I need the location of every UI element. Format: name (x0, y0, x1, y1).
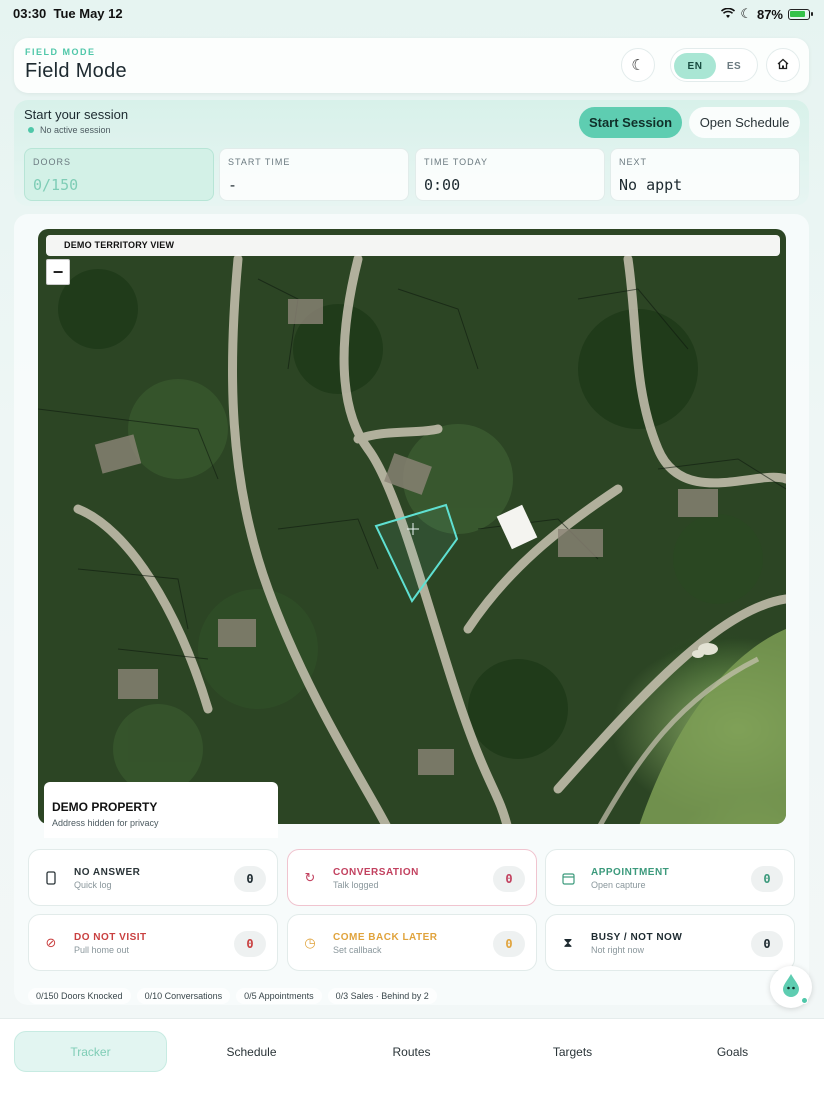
stat-time-today: TIME TODAY 0:00 (415, 148, 605, 201)
outcome-title: DO NOT VISIT (74, 932, 147, 943)
stat-label: NEXT (619, 157, 648, 167)
moon-icon: ☾ (631, 57, 645, 74)
phone-icon (43, 870, 59, 886)
header-eyebrow: FIELD MODE (25, 47, 96, 57)
outcome-subtitle: Quick log (74, 880, 112, 890)
status-right: ☾ 87% (721, 6, 813, 22)
map-header: DEMO TERRITORY VIEW (46, 235, 780, 256)
stat-value: 0:00 (424, 176, 461, 194)
stat-value: - (228, 176, 238, 194)
open-schedule-button[interactable]: Open Schedule (689, 107, 800, 138)
outcome-subtitle: Set callback (333, 945, 382, 955)
tab-goals[interactable]: Goals (656, 1031, 809, 1072)
calendar-icon (560, 870, 576, 886)
wifi-icon (721, 7, 736, 22)
outcome-count: 0 (751, 931, 783, 957)
progress-conversations: 0/10 Conversations (136, 988, 231, 1004)
progress-sales: 0/3 Sales · Behind by 2 (327, 988, 437, 1004)
home-button[interactable] (766, 48, 800, 82)
hourglass-icon: ⧗ (563, 935, 573, 950)
outcome-title: CONVERSATION (333, 867, 419, 878)
property-title: DEMO PROPERTY (52, 800, 158, 814)
page-title: Field Mode (25, 60, 127, 82)
dark-mode-button[interactable]: ☾ (621, 48, 655, 82)
outcome-subtitle: Talk logged (333, 880, 379, 890)
lang-es-button[interactable]: ES (713, 53, 755, 79)
tab-routes[interactable]: Routes (335, 1031, 488, 1072)
session-status-text: No active session (40, 125, 111, 135)
home-icon (777, 57, 789, 74)
online-badge (801, 997, 808, 1004)
outcome-no-answer[interactable]: NO ANSWER Quick log 0 (28, 849, 278, 906)
start-session-button[interactable]: Start Session (579, 107, 682, 138)
status-bar: 03:30 Tue May 12 ☾ 87% (0, 0, 824, 28)
zoom-out-button[interactable]: − (46, 259, 70, 285)
stat-value: 0/150 (33, 176, 79, 194)
outcome-come-back-later[interactable]: ◷ COME BACK LATER Set callback 0 (287, 914, 537, 971)
stat-doors: DOORS 0/150 (24, 148, 214, 201)
session-status: No active session (28, 125, 111, 135)
outcome-count: 0 (493, 931, 525, 957)
stat-label: DOORS (33, 157, 72, 167)
status-dot (28, 127, 34, 133)
property-subtitle: Address hidden for privacy (52, 818, 159, 828)
progress-strip: 0/150 Doors Knocked 0/10 Conversations 0… (28, 988, 437, 1004)
outcome-busy[interactable]: ⧗ BUSY / NOT NOW Not right now 0 (545, 914, 795, 971)
stat-start-time: START TIME - (219, 148, 409, 201)
refresh-icon: ↻ (304, 870, 316, 885)
session-card: Start your session No active session Sta… (14, 100, 809, 206)
battery-icon (788, 8, 813, 20)
outcome-count: 0 (234, 931, 266, 957)
stat-label: TIME TODAY (424, 157, 489, 167)
bottom-tab-bar: Tracker Schedule Routes Targets Goals (0, 1018, 824, 1100)
outcome-title: BUSY / NOT NOW (591, 932, 683, 943)
tab-tracker[interactable]: Tracker (14, 1031, 167, 1072)
tab-targets[interactable]: Targets (496, 1031, 649, 1072)
droplet-icon (781, 973, 801, 1002)
header-card: FIELD MODE Field Mode ☾ EN ES (14, 38, 809, 93)
selected-parcel[interactable] (374, 503, 459, 603)
lang-en-button[interactable]: EN (674, 53, 716, 79)
outcome-do-not-visit[interactable]: ⊘ DO NOT VISIT Pull home out 0 (28, 914, 278, 971)
map-graphic (38, 254, 786, 824)
outcome-title: NO ANSWER (74, 867, 141, 878)
outcome-subtitle: Not right now (591, 945, 645, 955)
stat-next: NEXT No appt (610, 148, 800, 201)
block-icon: ⊘ (45, 935, 57, 950)
moon-icon: ☾ (740, 6, 752, 21)
outcome-count: 0 (751, 866, 783, 892)
stat-value: No appt (619, 176, 683, 194)
outcome-subtitle: Pull home out (74, 945, 130, 955)
progress-appointments: 0/5 Appointments (236, 988, 322, 1004)
satellite-map[interactable] (38, 229, 786, 824)
assistant-button[interactable] (770, 966, 812, 1008)
outcome-appointment[interactable]: APPOINTMENT Open capture 0 (545, 849, 795, 906)
property-card[interactable]: DEMO PROPERTY Address hidden for privacy (44, 782, 278, 838)
tab-schedule[interactable]: Schedule (175, 1031, 328, 1072)
progress-doors: 0/150 Doors Knocked (28, 988, 131, 1004)
outcome-count: 0 (493, 866, 525, 892)
outcome-title: COME BACK LATER (333, 932, 438, 943)
stat-label: START TIME (228, 157, 291, 167)
status-time: 03:30 Tue May 12 (13, 6, 123, 21)
clock-icon: ◷ (304, 935, 316, 950)
session-title: Start your session (24, 107, 129, 122)
battery-percent: 87% (756, 6, 783, 22)
outcome-count: 0 (234, 866, 266, 892)
language-toggle[interactable]: EN ES (670, 48, 758, 82)
outcome-subtitle: Open capture (591, 880, 646, 890)
outcome-title: APPOINTMENT (591, 867, 670, 878)
outcome-conversation[interactable]: ↻ CONVERSATION Talk logged 0 (287, 849, 537, 906)
map-header-label: DEMO TERRITORY VIEW (64, 240, 175, 250)
